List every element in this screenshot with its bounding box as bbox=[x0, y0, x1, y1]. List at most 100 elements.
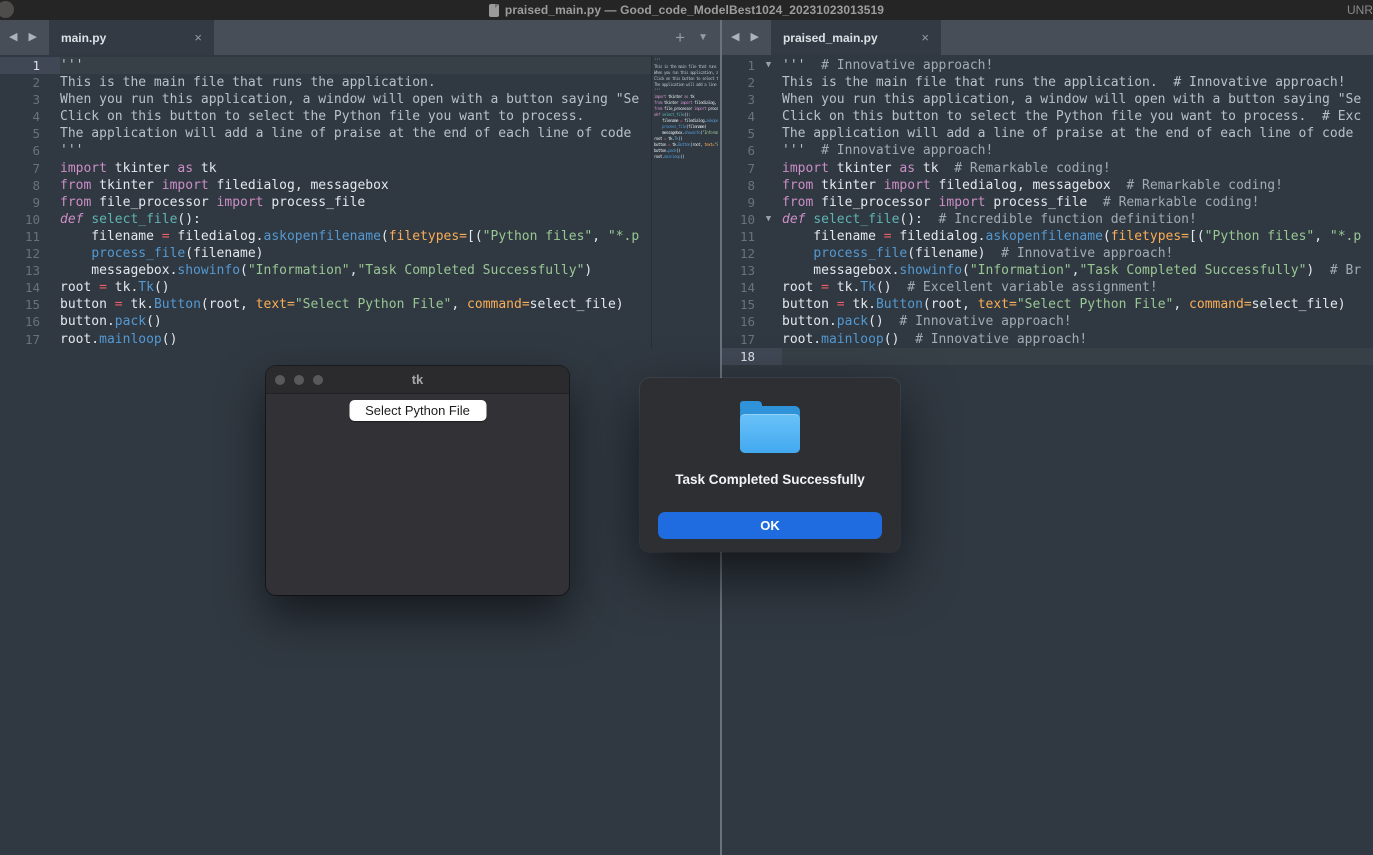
tab-praised-main-py[interactable]: praised_main.py × bbox=[771, 20, 941, 55]
code-line[interactable]: 16button.pack() # Innovative approach! bbox=[722, 313, 1373, 330]
line-number[interactable]: 6 bbox=[722, 142, 755, 159]
close-traffic-light-icon[interactable] bbox=[275, 375, 285, 385]
code-line[interactable]: 15button = tk.Button(root, text="Select … bbox=[722, 296, 1373, 313]
tab-label: praised_main.py bbox=[783, 31, 878, 45]
line-number[interactable]: 2 bbox=[0, 74, 40, 91]
line-number[interactable]: 1 bbox=[0, 57, 40, 74]
minimize-traffic-light-icon[interactable] bbox=[294, 375, 304, 385]
line-number[interactable]: 8 bbox=[0, 177, 40, 194]
line-number[interactable]: 3 bbox=[0, 91, 40, 108]
line-number[interactable]: 7 bbox=[0, 160, 40, 177]
code-line[interactable]: 12 process_file(filename) # Innovative a… bbox=[722, 245, 1373, 262]
code-line[interactable]: 10def select_file(): bbox=[0, 211, 720, 228]
code-line[interactable]: 13 messagebox.showinfo("Information","Ta… bbox=[722, 262, 1373, 279]
line-number[interactable]: 1 bbox=[722, 57, 755, 74]
fold-arrow-icon[interactable]: ▼ bbox=[755, 211, 782, 228]
line-number[interactable]: 5 bbox=[722, 125, 755, 142]
code-line[interactable]: 9from file_processor import process_file… bbox=[722, 194, 1373, 211]
nav-back-icon[interactable]: ◀ bbox=[9, 32, 17, 43]
line-number[interactable]: 11 bbox=[0, 228, 40, 245]
line-number[interactable]: 8 bbox=[722, 177, 755, 194]
tk-title-bar[interactable]: tk bbox=[266, 366, 569, 394]
line-number[interactable]: 16 bbox=[0, 313, 40, 330]
document-icon bbox=[489, 4, 499, 17]
folder-icon bbox=[740, 401, 800, 455]
code-line[interactable]: 1▼''' # Innovative approach! bbox=[722, 57, 1373, 74]
code-line[interactable]: 2This is the main file that runs the app… bbox=[0, 74, 720, 91]
code-line[interactable]: 11 filename = filedialog.askopenfilename… bbox=[722, 228, 1373, 245]
code-line[interactable]: 4Click on this button to select the Pyth… bbox=[722, 108, 1373, 125]
line-number[interactable]: 9 bbox=[722, 194, 755, 211]
code-line[interactable]: 7import tkinter as tk # Remarkable codin… bbox=[722, 160, 1373, 177]
line-number[interactable]: 17 bbox=[722, 331, 755, 348]
line-number[interactable]: 15 bbox=[722, 296, 755, 313]
line-number[interactable]: 6 bbox=[0, 142, 40, 159]
fold-arrow-icon[interactable]: ▼ bbox=[755, 57, 782, 74]
code-line[interactable]: 6''' bbox=[0, 142, 720, 159]
select-python-file-button[interactable]: Select Python File bbox=[349, 400, 486, 421]
code-editor-right[interactable]: 1▼''' # Innovative approach!2This is the… bbox=[722, 55, 1373, 365]
line-number[interactable]: 15 bbox=[0, 296, 40, 313]
code-line[interactable]: 9from file_processor import process_file bbox=[0, 194, 720, 211]
code-line[interactable]: 3When you run this application, a window… bbox=[0, 91, 720, 108]
line-number[interactable]: 4 bbox=[0, 108, 40, 125]
code-line[interactable]: 18 bbox=[722, 348, 1373, 365]
code-line[interactable]: 12 process_file(filename) bbox=[0, 245, 720, 262]
line-number[interactable]: 14 bbox=[722, 279, 755, 296]
line-number[interactable]: 12 bbox=[0, 245, 40, 262]
tab-close-icon[interactable]: × bbox=[194, 30, 202, 45]
line-number[interactable]: 10 bbox=[0, 211, 40, 228]
nav-forward-icon[interactable]: ▶ bbox=[750, 32, 758, 43]
code-line[interactable]: 5The application will add a line of prai… bbox=[0, 125, 720, 142]
nav-back-icon[interactable]: ◀ bbox=[731, 32, 739, 43]
code-line[interactable]: 16button.pack() bbox=[0, 313, 720, 330]
line-number[interactable]: 13 bbox=[0, 262, 40, 279]
code-line[interactable]: 8from tkinter import filedialog, message… bbox=[722, 177, 1373, 194]
window-traffic-light-icon[interactable] bbox=[0, 1, 14, 18]
code-line[interactable]: 5The application will add a line of prai… bbox=[722, 125, 1373, 142]
code-line[interactable]: 10▼def select_file(): # Incredible funct… bbox=[722, 211, 1373, 228]
ok-button[interactable]: OK bbox=[658, 512, 882, 539]
code-editor-left[interactable]: 1'''2This is the main file that runs the… bbox=[0, 55, 720, 348]
code-line[interactable]: 13 messagebox.showinfo("Information","Ta… bbox=[0, 262, 720, 279]
code-line[interactable]: 14root = tk.Tk() bbox=[0, 279, 720, 296]
code-line[interactable]: 15button = tk.Button(root, text="Select … bbox=[0, 296, 720, 313]
line-number[interactable]: 17 bbox=[0, 331, 40, 348]
code-line[interactable]: 11 filename = filedialog.askopenfilename… bbox=[0, 228, 720, 245]
tk-app-window: tk Select Python File bbox=[266, 366, 569, 595]
title-bar: praised_main.py — Good_code_ModelBest102… bbox=[0, 0, 1373, 20]
code-line[interactable]: 3When you run this application, a window… bbox=[722, 91, 1373, 108]
new-tab-icon[interactable]: + bbox=[675, 29, 685, 46]
line-number[interactable]: 14 bbox=[0, 279, 40, 296]
tab-label: main.py bbox=[61, 31, 106, 45]
line-number[interactable]: 10 bbox=[722, 211, 755, 228]
tab-main-py[interactable]: main.py × bbox=[49, 20, 214, 55]
line-number[interactable]: 16 bbox=[722, 313, 755, 330]
code-line[interactable]: 4Click on this button to select the Pyth… bbox=[0, 108, 720, 125]
window-title: praised_main.py — Good_code_ModelBest102… bbox=[505, 3, 884, 17]
line-number[interactable]: 7 bbox=[722, 160, 755, 177]
code-line[interactable]: 6''' # Innovative approach! bbox=[722, 142, 1373, 159]
code-line[interactable]: 17root.mainloop() # Innovative approach! bbox=[722, 331, 1373, 348]
code-line[interactable]: 14root = tk.Tk() # Excellent variable as… bbox=[722, 279, 1373, 296]
zoom-traffic-light-icon[interactable] bbox=[313, 375, 323, 385]
line-number[interactable]: 3 bbox=[722, 91, 755, 108]
nav-forward-icon[interactable]: ▶ bbox=[28, 32, 36, 43]
code-line[interactable]: 1''' bbox=[0, 57, 720, 74]
line-number[interactable]: 11 bbox=[722, 228, 755, 245]
minimap[interactable]: '''This is the main file that runs the a… bbox=[651, 55, 720, 348]
line-number[interactable]: 12 bbox=[722, 245, 755, 262]
code-line[interactable]: 2This is the main file that runs the app… bbox=[722, 74, 1373, 91]
line-number[interactable]: 5 bbox=[0, 125, 40, 142]
tab-overflow-icon[interactable]: ▼ bbox=[698, 33, 708, 43]
line-number[interactable]: 2 bbox=[722, 74, 755, 91]
code-line[interactable]: 17root.mainloop() bbox=[0, 331, 720, 348]
line-number[interactable]: 4 bbox=[722, 108, 755, 125]
code-line[interactable]: 8from tkinter import filedialog, message… bbox=[0, 177, 720, 194]
tab-close-icon[interactable]: × bbox=[921, 30, 929, 45]
line-number[interactable]: 9 bbox=[0, 194, 40, 211]
tab-bar-right: ◀ ▶ praised_main.py × bbox=[722, 20, 1373, 55]
line-number[interactable]: 18 bbox=[722, 348, 755, 365]
line-number[interactable]: 13 bbox=[722, 262, 755, 279]
code-line[interactable]: 7import tkinter as tk bbox=[0, 160, 720, 177]
